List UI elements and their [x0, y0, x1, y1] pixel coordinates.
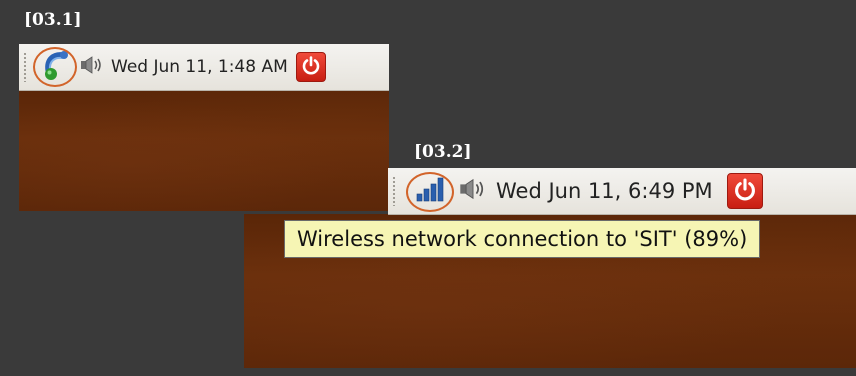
volume-tray-button[interactable] — [79, 55, 105, 79]
panel-drag-handle[interactable] — [392, 176, 396, 206]
power-icon — [733, 177, 757, 205]
highlight-circle — [406, 172, 454, 212]
top-panel: Wed Jun 11, 1:48 AM — [19, 44, 389, 91]
clock-applet[interactable]: Wed Jun 11, 6:49 PM — [496, 179, 713, 203]
volume-tray-button[interactable] — [458, 177, 488, 205]
network-tray-button[interactable] — [33, 47, 77, 87]
panel-drag-handle[interactable] — [23, 52, 27, 82]
power-icon — [301, 55, 321, 79]
wireless-tray-button[interactable] — [406, 171, 454, 212]
power-button[interactable] — [726, 173, 763, 209]
clock-applet[interactable]: Wed Jun 11, 1:48 AM — [111, 57, 288, 77]
speaker-icon — [79, 55, 105, 79]
screenshot-panel-2: Wed Jun 11, 6:49 PM Wireless network con… — [244, 168, 856, 368]
caption-03-2: [03.2] — [414, 142, 472, 162]
speaker-icon — [458, 177, 488, 205]
highlight-circle — [33, 47, 77, 87]
caption-03-1: [03.1] — [24, 10, 82, 30]
top-panel: Wed Jun 11, 6:49 PM — [388, 168, 856, 215]
network-tooltip: Wireless network connection to 'SIT' (89… — [284, 220, 761, 258]
power-button[interactable] — [295, 52, 326, 82]
